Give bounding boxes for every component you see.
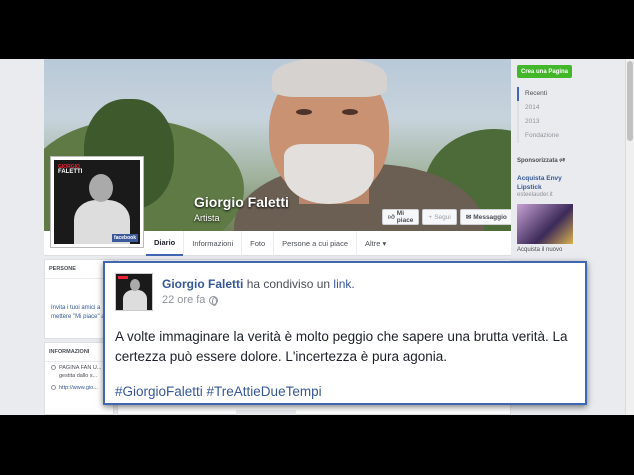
- post-header: Giorgio Faletti ha condiviso un link.: [162, 277, 355, 291]
- tab-altre[interactable]: Altre ▾: [356, 231, 394, 256]
- ad-text: Acquista il nuovo: [517, 247, 563, 253]
- info-icon: [51, 365, 56, 370]
- tab-diario[interactable]: Diario: [146, 231, 184, 256]
- post-avatar[interactable]: [115, 273, 153, 311]
- ad-title[interactable]: Acquista Envy Lipstick: [517, 174, 575, 192]
- create-page-button[interactable]: Crea una Pagina: [517, 65, 573, 78]
- message-button[interactable]: ✉ Messaggio: [459, 209, 511, 225]
- scrollbar[interactable]: [625, 59, 634, 415]
- post-meta: 22 ore fa: [162, 294, 219, 306]
- globe-icon: [51, 385, 56, 390]
- timeline-recenti[interactable]: Recenti: [517, 87, 565, 101]
- tab-persone[interactable]: Persone a cui piace: [273, 231, 356, 256]
- cover-actions: 👍︎ Mi piace + Segui ✉ Messaggio •••: [382, 209, 511, 225]
- scrollbar-thumb[interactable]: [627, 61, 633, 141]
- message-icon: ✉: [465, 214, 472, 221]
- post-hashtags[interactable]: #GiorgioFaletti #TreAttieDueTempi: [115, 384, 322, 399]
- post-author[interactable]: Giorgio Faletti: [162, 277, 243, 291]
- post-text: A volte immaginare la verità è molto peg…: [115, 329, 568, 364]
- page-name[interactable]: Giorgio Faletti: [194, 194, 289, 210]
- globe-icon: [209, 295, 219, 306]
- shared-post-card: Giorgio Faletti ha condiviso un link. 22…: [103, 261, 587, 405]
- like-button[interactable]: 👍︎ Mi piace: [382, 209, 420, 225]
- video-frame: Giorgio Faletti Artista 👍︎ Mi piace + Se…: [0, 0, 634, 475]
- profile-pic-name-label: FALETTI: [58, 169, 83, 175]
- timeline-2014[interactable]: 2014: [519, 101, 565, 115]
- tab-informazioni[interactable]: Informazioni: [183, 231, 241, 256]
- tab-foto[interactable]: Foto: [241, 231, 273, 256]
- thumbs-up-icon: 👍︎: [388, 214, 395, 221]
- facebook-badge: facebook: [112, 234, 138, 242]
- ad-domain: esteelauder.it: [517, 192, 553, 198]
- profile-picture[interactable]: GIORGIO FALETTI facebook: [50, 156, 144, 248]
- plus-icon: +: [428, 213, 433, 221]
- ad-image[interactable]: [517, 204, 573, 244]
- timeline-fondazione[interactable]: Fondazione: [519, 129, 565, 143]
- follow-button[interactable]: + Segui: [422, 209, 457, 225]
- timeline-2013[interactable]: 2013: [519, 115, 565, 129]
- post-action: ha condiviso un: [246, 277, 331, 291]
- timeline-years: Recenti 2014 2013 Fondazione: [517, 87, 565, 143]
- sponsored-label: Sponsorizzata 🕫︎: [517, 158, 566, 164]
- post-link-word[interactable]: link.: [333, 277, 354, 291]
- megaphone-icon: 🕫︎: [559, 158, 566, 164]
- post-time[interactable]: 22 ore fa: [162, 294, 205, 306]
- page-category: Artista: [194, 213, 220, 223]
